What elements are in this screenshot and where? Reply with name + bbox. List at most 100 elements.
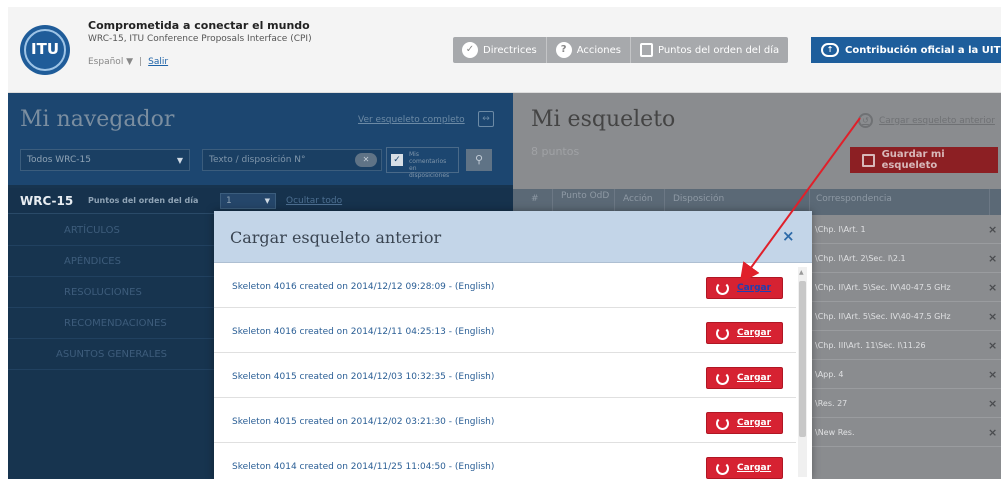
reload-icon bbox=[716, 461, 729, 475]
navigator-header: Mi navegador Ver esqueleto completo ↔ To… bbox=[8, 93, 513, 185]
chevron-down-icon: ▼ bbox=[264, 197, 270, 205]
delete-icon[interactable]: × bbox=[988, 281, 997, 294]
reload-icon bbox=[716, 416, 729, 430]
save-skeleton-label: Guardar mi esqueleto bbox=[881, 149, 945, 171]
load-button[interactable]: Cargar bbox=[706, 277, 783, 299]
load-button-label: Cargar bbox=[737, 328, 772, 338]
menu-item-label: RESOLUCIONES bbox=[64, 287, 142, 298]
delete-icon[interactable]: × bbox=[988, 397, 997, 410]
scroll-up-icon[interactable]: ▲ bbox=[799, 269, 804, 276]
cloud-upload-icon: ↑ bbox=[821, 43, 839, 57]
load-previous-label: Cargar esqueleto anterior bbox=[879, 115, 995, 126]
header: ITU Comprometida a conectar el mundo WRC… bbox=[8, 7, 1001, 93]
correspondence-cell: \Chp. III\Art. 11\Sec. I\11.26 bbox=[815, 341, 926, 350]
checkbox-check-icon[interactable]: ✓ bbox=[391, 154, 403, 166]
correspondence-cell: \Chp. I\Art. 2\Sec. I\2.1 bbox=[815, 254, 906, 263]
clear-icon[interactable]: ✕ bbox=[355, 153, 377, 167]
delete-icon[interactable]: × bbox=[988, 252, 997, 265]
correspondence-cell: \New Res. bbox=[815, 428, 855, 437]
skeleton-points: 8 puntos bbox=[531, 145, 580, 158]
load-button[interactable]: Cargar bbox=[706, 412, 783, 434]
modal-header: Cargar esqueleto anterior × bbox=[214, 211, 812, 263]
my-comments-label: Mis comentarios en disposiciones bbox=[409, 151, 450, 179]
official-contribution-label: Contribución oficial a la UIT bbox=[845, 44, 1001, 56]
language-select[interactable]: Español ▼ bbox=[88, 57, 133, 67]
actions-button[interactable]: ? Acciones bbox=[547, 37, 631, 63]
list-item: Skeleton 4015 created on 2014/12/03 10:3… bbox=[214, 353, 796, 398]
save-skeleton-button[interactable]: Guardar mi esqueleto bbox=[850, 147, 998, 173]
agenda-items-button[interactable]: Puntos del orden del día bbox=[631, 37, 788, 63]
skeleton-label: Skeleton 4016 created on 2014/12/11 04:2… bbox=[232, 327, 495, 337]
hide-all-link[interactable]: Ocultar todo bbox=[286, 196, 342, 206]
load-button-label: Cargar bbox=[737, 373, 772, 383]
scrollbar-thumb[interactable] bbox=[799, 281, 806, 437]
full-skeleton-link[interactable]: Ver esqueleto completo bbox=[358, 115, 465, 125]
correspondence-cell: \Res. 27 bbox=[815, 399, 848, 408]
col-correspondence: Correspondencia bbox=[810, 189, 990, 215]
document-icon bbox=[639, 43, 653, 57]
guidelines-button[interactable]: ✓ Directrices bbox=[453, 37, 547, 63]
load-skeleton-modal: Cargar esqueleto anterior × Skeleton 401… bbox=[214, 211, 812, 479]
modal-title: Cargar esqueleto anterior bbox=[230, 228, 442, 247]
logo-text: ITU bbox=[31, 40, 59, 58]
wrc-label: WRC-15 bbox=[20, 194, 74, 208]
logout-link[interactable]: Salir bbox=[148, 57, 168, 67]
actions-label: Acciones bbox=[576, 44, 621, 56]
reload-icon bbox=[716, 371, 729, 385]
official-contribution-button[interactable]: ↑ Contribución oficial a la UIT bbox=[811, 37, 1001, 63]
skeleton-label: Skeleton 4014 created on 2014/11/25 11:0… bbox=[232, 462, 495, 472]
correspondence-cell: \Chp. II\Art. 5\Sec. IV\40-47.5 GHz bbox=[815, 283, 951, 292]
skeleton-label: Skeleton 4016 created on 2014/12/12 09:2… bbox=[232, 282, 495, 292]
reload-icon: ↺ bbox=[858, 113, 873, 128]
skeleton-title: Mi esqueleto bbox=[531, 107, 676, 132]
agenda-items-label: Puntos del orden del día bbox=[657, 44, 780, 56]
close-icon[interactable]: × bbox=[782, 227, 795, 245]
app-window: ITU Comprometida a conectar el mundo WRC… bbox=[8, 7, 1001, 479]
expand-icon[interactable]: ↔ bbox=[478, 111, 494, 127]
correspondence-cell: \App. 4 bbox=[815, 370, 844, 379]
load-button-label: Cargar bbox=[737, 418, 772, 428]
text-provision-placeholder: Texto / disposición N° bbox=[209, 155, 306, 165]
delete-icon[interactable]: × bbox=[988, 339, 997, 352]
agenda-label: Puntos del orden del día bbox=[88, 196, 199, 205]
menu-item-label: APÉNDICES bbox=[64, 256, 121, 267]
skeleton-label: Skeleton 4015 created on 2014/12/03 10:3… bbox=[232, 372, 495, 382]
correspondence-cell: \Chp. I\Art. 1 bbox=[815, 225, 866, 234]
my-comments-checkbox[interactable]: ✓ Mis comentarios en disposiciones bbox=[386, 147, 459, 179]
load-button[interactable]: Cargar bbox=[706, 457, 783, 479]
menu-item-label: ARTÍCULOS bbox=[64, 225, 120, 236]
filter-select-value: Todos WRC-15 bbox=[27, 155, 91, 165]
text-provision-input[interactable]: Texto / disposición N° ✕ bbox=[202, 149, 382, 171]
delete-icon[interactable]: × bbox=[988, 310, 997, 323]
menu-item-label: RECOMENDACIONES bbox=[64, 318, 167, 329]
itu-logo: ITU bbox=[20, 25, 70, 75]
correspondence-cell: \Chp. II\Art. 5\Sec. IV\40-47.5 GHz bbox=[815, 312, 951, 321]
list-item: Skeleton 4016 created on 2014/12/12 09:2… bbox=[214, 263, 796, 308]
chevron-down-icon: ▼ bbox=[176, 156, 183, 165]
header-title: Comprometida a conectar el mundo bbox=[88, 19, 310, 32]
skeleton-label: Skeleton 4015 created on 2014/12/02 03:2… bbox=[232, 417, 495, 427]
load-button[interactable]: Cargar bbox=[706, 367, 783, 389]
guidelines-label: Directrices bbox=[483, 44, 537, 56]
header-subtitle: WRC-15, ITU Conference Proposals Interfa… bbox=[88, 34, 312, 44]
search-button[interactable]: ⚲ bbox=[466, 149, 492, 171]
list-item: Skeleton 4015 created on 2014/12/02 03:2… bbox=[214, 398, 796, 443]
delete-icon[interactable]: × bbox=[988, 426, 997, 439]
agenda-select[interactable]: 1 ▼ bbox=[220, 193, 276, 209]
modal-scrollbar[interactable]: ▲ bbox=[798, 267, 807, 477]
save-icon bbox=[862, 153, 875, 167]
top-nav-buttons: ✓ Directrices ? Acciones Puntos del orde… bbox=[453, 37, 789, 63]
delete-icon[interactable]: × bbox=[988, 368, 997, 381]
delete-icon[interactable]: × bbox=[988, 223, 997, 236]
filter-select[interactable]: Todos WRC-15 ▼ bbox=[20, 149, 190, 171]
load-button[interactable]: Cargar bbox=[706, 322, 783, 344]
load-previous-skeleton-link[interactable]: ↺ Cargar esqueleto anterior bbox=[858, 113, 995, 128]
question-circle-icon: ? bbox=[555, 42, 572, 58]
reload-icon bbox=[716, 281, 729, 295]
header-links: Español ▼ | Salir bbox=[88, 57, 168, 67]
list-item: Skeleton 4014 created on 2014/11/25 11:0… bbox=[214, 443, 796, 479]
load-button-label: Cargar bbox=[737, 283, 772, 293]
reload-icon bbox=[716, 326, 729, 340]
list-item: Skeleton 4016 created on 2014/12/11 04:2… bbox=[214, 308, 796, 353]
check-circle-icon: ✓ bbox=[462, 42, 478, 58]
